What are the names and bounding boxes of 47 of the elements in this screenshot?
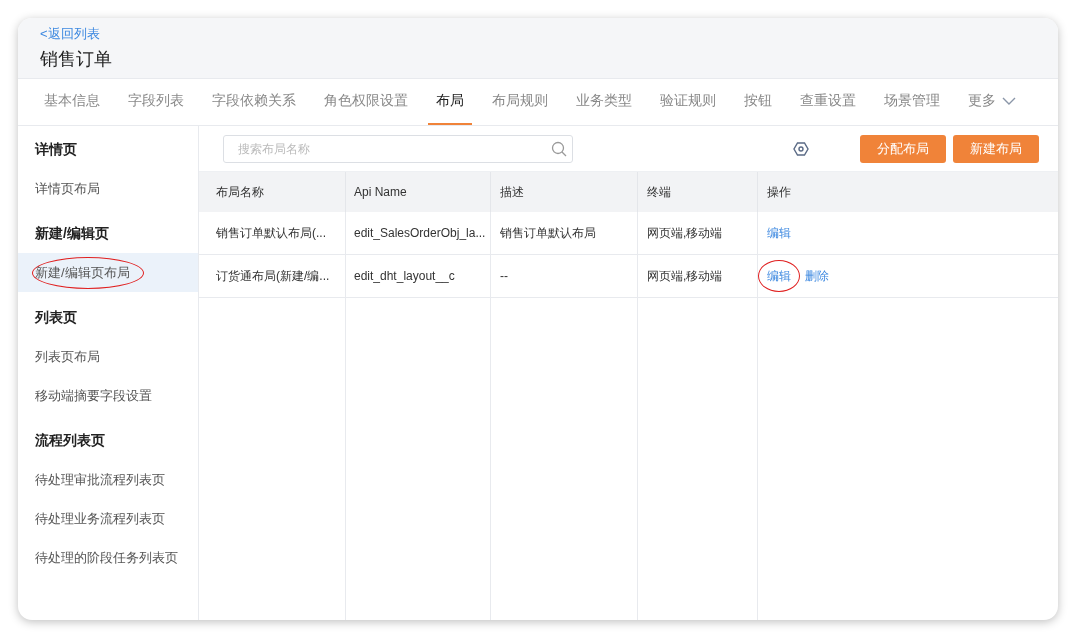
page-title: 销售订单 [40, 48, 112, 70]
table-cell: edit_dht_layout__c [346, 255, 491, 297]
action-link[interactable]: 编辑 [767, 224, 791, 242]
sidebar-item[interactable]: 待处理审批流程列表页 [18, 460, 198, 499]
tab[interactable]: 布局规则 [484, 79, 556, 125]
tab[interactable]: 验证规则 [652, 79, 724, 125]
tab[interactable]: 基本信息 [36, 79, 108, 125]
table-cell: -- [491, 255, 638, 297]
action-link[interactable]: 删除 [805, 267, 829, 285]
column-header: 终端 [638, 172, 758, 212]
sidebar-item[interactable]: 列表页布局 [18, 337, 198, 376]
search-icon [551, 140, 567, 157]
settings-icon[interactable] [793, 140, 809, 157]
tab[interactable]: 更多 [960, 79, 1024, 125]
primary-button[interactable]: 新建布局 [953, 134, 1039, 163]
sidebar-item[interactable]: 新建/编辑页布局 [18, 253, 198, 292]
tab[interactable]: 查重设置 [792, 79, 864, 125]
sidebar-item[interactable]: 待处理业务流程列表页 [18, 499, 198, 538]
column-header: 描述 [491, 172, 638, 212]
sidebar-group-title: 流程列表页 [34, 431, 106, 450]
sidebar-group-title: 新建/编辑页 [34, 224, 110, 243]
table-cell: 销售订单默认布局(... [199, 212, 346, 254]
primary-button[interactable]: 分配布局 [860, 134, 946, 163]
table-cell: edit_SalesOrderObj_la... [346, 212, 491, 254]
tab[interactable]: 按钮 [736, 79, 780, 125]
action-link[interactable]: 编辑 [767, 267, 791, 285]
table-cell: 订货通布局(新建/编... [199, 255, 346, 297]
sidebar-group-title: 列表页 [34, 308, 78, 327]
tab[interactable]: 业务类型 [568, 79, 640, 125]
sidebar-group-title: 详情页 [34, 140, 78, 159]
sidebar-item[interactable]: 详情页布局 [18, 169, 198, 208]
search-field[interactable]: 搜索布局名称 [223, 134, 573, 163]
tab[interactable]: 字段列表 [120, 79, 192, 125]
sidebar-item[interactable]: 移动端摘要字段设置 [18, 376, 198, 415]
back-link[interactable]: <返回列表 [40, 26, 100, 42]
column-header: 操作 [766, 183, 792, 201]
table-cell: 网页端,移动端 [638, 212, 758, 254]
column-header: 布局名称 [199, 172, 346, 212]
tab[interactable]: 角色权限设置 [316, 79, 416, 125]
table-cell: 销售订单默认布局 [491, 212, 638, 254]
table-cell: 网页端,移动端 [638, 255, 758, 297]
tab[interactable]: 场景管理 [876, 79, 948, 125]
sidebar-item[interactable]: 待处理的阶段任务列表页 [18, 538, 198, 577]
chevron-down-icon [1002, 97, 1016, 105]
tab[interactable]: 布局 [428, 79, 472, 125]
tab[interactable]: 字段依赖关系 [204, 79, 304, 125]
column-header: Api Name [346, 172, 491, 212]
